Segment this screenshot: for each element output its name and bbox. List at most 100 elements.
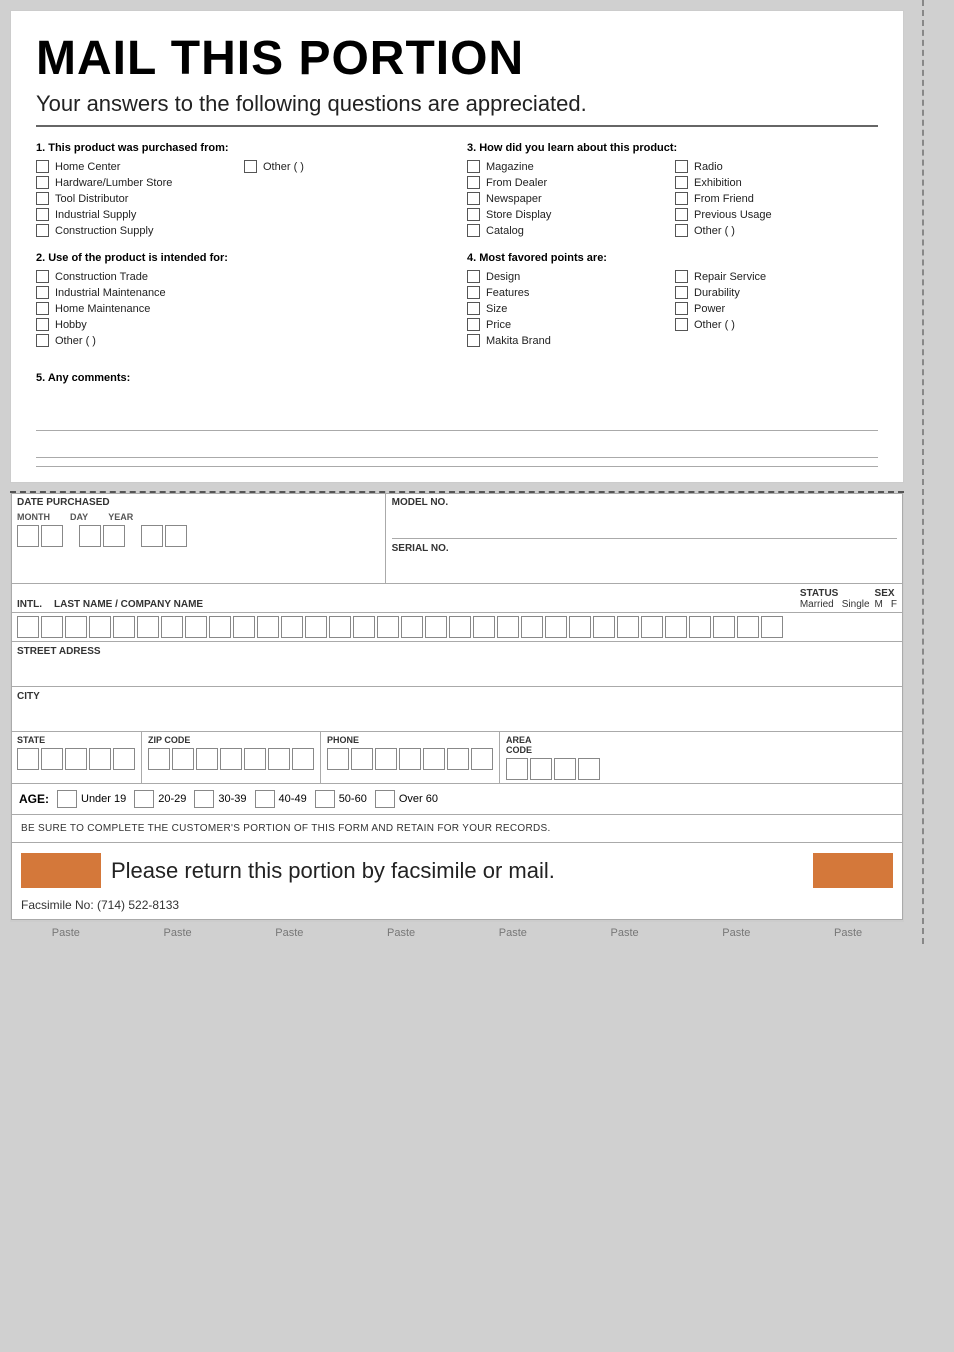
- age-checkbox[interactable]: [194, 790, 214, 808]
- name-box[interactable]: [641, 616, 663, 638]
- checkbox[interactable]: [467, 286, 480, 299]
- checkbox[interactable]: [467, 318, 480, 331]
- name-box[interactable]: [593, 616, 615, 638]
- area-box[interactable]: [506, 758, 528, 780]
- state-box[interactable]: [113, 748, 135, 770]
- zip-box[interactable]: [244, 748, 266, 770]
- name-box-status-1[interactable]: [689, 616, 711, 638]
- checkbox[interactable]: [675, 160, 688, 173]
- name-box[interactable]: [617, 616, 639, 638]
- checkbox[interactable]: [675, 318, 688, 331]
- area-box[interactable]: [554, 758, 576, 780]
- name-box[interactable]: [665, 616, 687, 638]
- checkbox[interactable]: [244, 160, 257, 173]
- checkbox[interactable]: [36, 334, 49, 347]
- area-box[interactable]: [578, 758, 600, 780]
- checkbox[interactable]: [36, 176, 49, 189]
- name-box[interactable]: [185, 616, 207, 638]
- day-box-2[interactable]: [103, 525, 125, 547]
- checkbox[interactable]: [467, 302, 480, 315]
- zip-box[interactable]: [148, 748, 170, 770]
- age-checkbox[interactable]: [57, 790, 77, 808]
- month-box-2[interactable]: [41, 525, 63, 547]
- checkbox[interactable]: [675, 302, 688, 315]
- name-box[interactable]: [521, 616, 543, 638]
- age-checkbox[interactable]: [134, 790, 154, 808]
- phone-box[interactable]: [423, 748, 445, 770]
- name-box[interactable]: [41, 616, 63, 638]
- checkbox[interactable]: [467, 270, 480, 283]
- name-box[interactable]: [113, 616, 135, 638]
- phone-box[interactable]: [375, 748, 397, 770]
- name-box[interactable]: [425, 616, 447, 638]
- age-checkbox[interactable]: [255, 790, 275, 808]
- checkbox[interactable]: [36, 224, 49, 237]
- checkbox[interactable]: [675, 270, 688, 283]
- state-box[interactable]: [65, 748, 87, 770]
- checkbox[interactable]: [675, 208, 688, 221]
- checkbox[interactable]: [675, 192, 688, 205]
- name-box[interactable]: [569, 616, 591, 638]
- checkbox[interactable]: [36, 270, 49, 283]
- day-box-1[interactable]: [79, 525, 101, 547]
- name-box[interactable]: [305, 616, 327, 638]
- checkbox[interactable]: [467, 334, 480, 347]
- area-box[interactable]: [530, 758, 552, 780]
- street-input[interactable]: [11, 659, 903, 687]
- name-box[interactable]: [329, 616, 351, 638]
- zip-box[interactable]: [220, 748, 242, 770]
- zip-box[interactable]: [172, 748, 194, 770]
- year-box-2[interactable]: [165, 525, 187, 547]
- zip-box[interactable]: [268, 748, 290, 770]
- name-box[interactable]: [473, 616, 495, 638]
- month-box-1[interactable]: [17, 525, 39, 547]
- name-box[interactable]: [281, 616, 303, 638]
- checkbox[interactable]: [467, 208, 480, 221]
- checkbox[interactable]: [467, 192, 480, 205]
- zip-box[interactable]: [196, 748, 218, 770]
- age-checkbox[interactable]: [315, 790, 335, 808]
- checkbox[interactable]: [36, 302, 49, 315]
- checkbox[interactable]: [675, 176, 688, 189]
- checkbox[interactable]: [36, 208, 49, 221]
- checkbox[interactable]: [36, 318, 49, 331]
- model-input-space[interactable]: [392, 512, 897, 534]
- name-box[interactable]: [401, 616, 423, 638]
- name-box[interactable]: [545, 616, 567, 638]
- checkbox[interactable]: [36, 286, 49, 299]
- name-box[interactable]: [449, 616, 471, 638]
- checkbox[interactable]: [467, 224, 480, 237]
- phone-box[interactable]: [447, 748, 469, 770]
- checkbox[interactable]: [36, 192, 49, 205]
- name-box-sex-f[interactable]: [761, 616, 783, 638]
- phone-box[interactable]: [327, 748, 349, 770]
- checkbox[interactable]: [467, 160, 480, 173]
- name-box[interactable]: [377, 616, 399, 638]
- checkbox[interactable]: [675, 286, 688, 299]
- phone-box[interactable]: [399, 748, 421, 770]
- phone-box[interactable]: [351, 748, 373, 770]
- checkbox[interactable]: [467, 176, 480, 189]
- zip-box[interactable]: [292, 748, 314, 770]
- name-box[interactable]: [161, 616, 183, 638]
- comments-line-1[interactable]: [36, 409, 878, 431]
- checkbox[interactable]: [36, 160, 49, 173]
- name-box[interactable]: [353, 616, 375, 638]
- state-box[interactable]: [41, 748, 63, 770]
- state-box[interactable]: [89, 748, 111, 770]
- name-box[interactable]: [497, 616, 519, 638]
- comments-line-2[interactable]: [36, 436, 878, 458]
- name-box-sex-m[interactable]: [737, 616, 759, 638]
- name-box-status-2[interactable]: [713, 616, 735, 638]
- state-box[interactable]: [17, 748, 39, 770]
- name-box[interactable]: [17, 616, 39, 638]
- name-box[interactable]: [209, 616, 231, 638]
- phone-box[interactable]: [471, 748, 493, 770]
- name-box[interactable]: [137, 616, 159, 638]
- age-checkbox[interactable]: [375, 790, 395, 808]
- name-box[interactable]: [257, 616, 279, 638]
- name-box[interactable]: [233, 616, 255, 638]
- city-input[interactable]: [11, 704, 903, 732]
- year-box-1[interactable]: [141, 525, 163, 547]
- name-box[interactable]: [89, 616, 111, 638]
